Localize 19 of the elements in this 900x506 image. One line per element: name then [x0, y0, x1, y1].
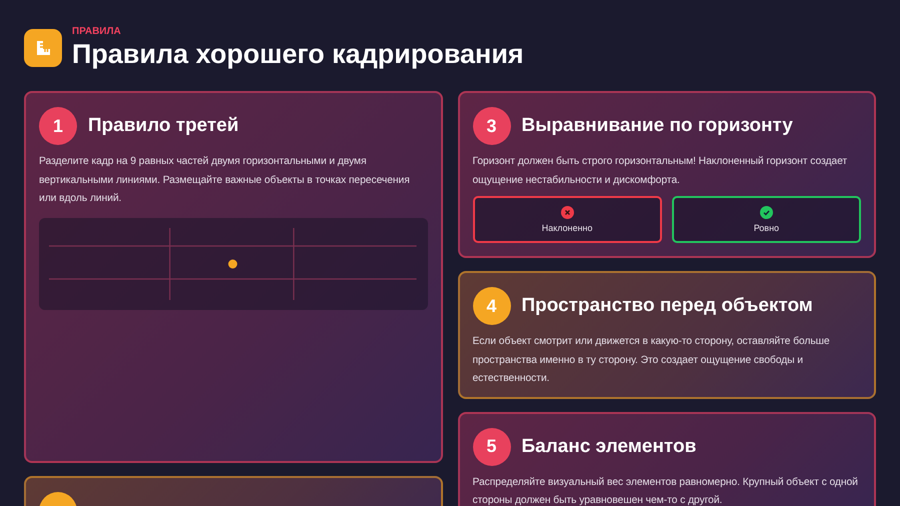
- rule-description: Горизонт должен быть строго горизонтальным! Наклоненный горизонт создает ощущение нестабильности и дискомфорта.: [472, 155, 848, 188]
- number-badge: 3: [472, 107, 510, 145]
- rule-description: Разделите кадр на 9 равных частей двумя горизонтальными и двумя вертикальными линиями. Размещайте важные объекты в точках пересечения или вдоль линий.: [39, 155, 411, 206]
- rule-description: Распределяйте визуальный вес элементов равномерно. Крупный объект с одной стороны должен быть уравновешен чем-то с другой.: [472, 476, 859, 506]
- number-badge: 1: [39, 107, 77, 145]
- example-label: Наклоненно: [542, 223, 593, 233]
- ruler-icon: [24, 29, 62, 67]
- number-badge: 5: [472, 428, 510, 466]
- rule-title: Баланс элементов: [522, 436, 696, 458]
- page-title: Правила хорошего кадрирования: [72, 38, 524, 70]
- cross-icon: [560, 206, 574, 219]
- rule-description: Если объект смотрит или движется в какую-то сторону, оставляйте больше пространства именно в ту сторону. Это создает ощущение свободы и естественности.: [472, 335, 831, 386]
- check-icon: [760, 206, 773, 219]
- section-label: ПРАВИЛА: [72, 26, 122, 38]
- rule-title: Правило третей: [88, 115, 239, 137]
- number-badge: 4: [472, 287, 510, 325]
- rule-title: Пространство перед объектом: [522, 295, 813, 317]
- rule-title: Выравнивание по горизонту: [522, 115, 793, 137]
- example-label: Ровно: [754, 223, 780, 233]
